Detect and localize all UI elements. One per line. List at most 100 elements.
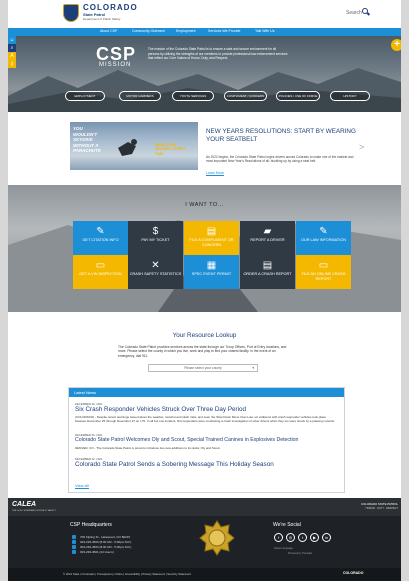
social-title: We're Social [273,522,301,528]
tile-label: OUR LAW INFORMATION [301,238,346,242]
nav-item-community[interactable]: Community Outreach [132,29,165,33]
hq-phone[interactable]: 303-239-4500 (8:00 AM - 5:00pm M-F) [80,540,131,544]
laptop-icon: ▭ [318,260,329,271]
footer-legal-links[interactable]: © 2021 State of Colorado | Transparency … [63,572,191,576]
news-headline[interactable]: Colorado State Patrol Welcomes Oly and S… [75,437,298,443]
search-icon[interactable] [362,8,368,14]
accessibility-icon[interactable]: ☺ [8,36,16,44]
news-excerpt: (COLORADO) - Despite recent warnings iss… [75,415,335,423]
nav-item-employment[interactable]: Employment [176,29,195,33]
phone-icon [72,550,76,554]
file-icon: ▤ [206,226,217,237]
history-button[interactable]: HISTORY [330,91,370,101]
resource-text: The Colorado State Patrol provides servi… [118,345,287,358]
seatbelt-banner-image[interactable]: YOU WOULDN'T SKYDIVE WITHOUT A PARACHUTE… [70,122,198,170]
latest-news-title: Latest News [74,390,97,395]
employment-button[interactable]: EMPLOYMENT [65,91,105,101]
nav-item-about[interactable]: About CSP [100,29,117,33]
tile-get-a-vin-inspection[interactable]: ▭ GET A VIN INSPECTION [73,255,128,289]
tile-report-a-driver[interactable]: ▰ REPORT A DRIVER [240,221,295,255]
compliment-concern-button[interactable]: COMPLIMENT / CONCERN [224,91,267,101]
latest-news-panel: Latest News DECEMBER 30, 2021 Six Crash … [68,387,345,493]
banner-title[interactable]: NEW YEARS RESOLUTIONS: START BY WEARING … [206,128,366,144]
translate-icon[interactable]: A [8,52,16,60]
news-headline[interactable]: Colorado State Patrol Sends a Sobering M… [75,461,274,468]
hero-buttons: EMPLOYMENT MOTOR CARRIERS YOUTH SERVICES… [8,91,401,105]
nav-item-talk[interactable]: Talk With Us [255,29,274,33]
page-edge-left [0,0,8,581]
policies-button[interactable]: POLICIES / USE OF FORCE [276,91,320,101]
phone-icon [72,545,76,549]
latest-news-header: Latest News [69,388,344,397]
colorado-footer-logo[interactable]: COLORADO [343,571,363,575]
tile-file-an-online-crash-report[interactable]: ▭ FILE AN ONLINE CRASH REPORT [296,255,351,289]
csp-logo-icon[interactable] [63,4,79,22]
key-icon[interactable]: ⚷ [8,60,16,68]
hq-phone[interactable]: 303-239-4501 (24 Hours) [80,550,114,554]
banner-image-text1: YOU WOULDN'T SKYDIVE WITHOUT A PARACHUTE [73,126,101,153]
book-icon: ✎ [319,226,328,237]
linkedin-icon[interactable]: in [322,533,331,542]
tile-get-citation-info[interactable]: ✎ GET CITATION INFO [73,221,128,255]
calea-logo[interactable]: CALEA [12,501,36,508]
site-header: COLORADO State Patrol Department of Publ… [8,0,401,28]
map-pin-icon [72,535,76,539]
county-select[interactable]: Please select your county ▾ [148,364,258,372]
crash-icon: ✕ [151,260,160,271]
news-excerpt: DENVER, CO - The Colorado State Patrol i… [75,446,221,450]
footer-top-bar: CALEA THE GOLD STANDARD IN PUBLIC SAFETY… [8,498,401,516]
view-all-link[interactable]: View All [75,483,89,488]
youth-services-button[interactable]: YOUTH SERVICES [172,91,214,101]
tile-our-law-information[interactable]: ✎ OUR LAW INFORMATION [296,221,351,255]
hq-title: CSP Headquarters [70,522,112,528]
car-icon: ▰ [263,226,272,237]
side-search-icon[interactable]: ⌕ [8,44,16,52]
tile-label: SPEC EVENT PERMIT [191,272,232,276]
next-slide-icon[interactable]: > [359,142,364,152]
tile-label: FILE AN ONLINE CRASH REPORT [301,272,346,281]
hero-subtitle: MISSION [99,62,132,68]
search-label[interactable]: Search [346,10,362,16]
hq-address[interactable]: 700 Kipling St., Lakewood, CO 80215 [80,535,130,539]
tile-file-a-compliment-or-concern[interactable]: ▤ FILE A COMPLIMENT OR CONCERN [184,221,239,255]
footer-right-tagline: HONOR · DUTY · RESPECT [365,507,398,510]
banner-image-text2: WEAR YOUR SEATBELT EVERY TIME [155,143,186,156]
tile-spec-event-permit[interactable]: ▦ SPEC EVENT PERMIT [184,255,239,289]
i-want-to-title: I WANT TO... [185,202,224,208]
tile-label: REPORT A DRIVER [250,238,285,242]
tile-label: GET A VIN INSPECTION [79,272,122,276]
dollar-icon: $ [152,226,159,237]
site-logo[interactable]: COLORADO State Patrol Department of Publ… [83,3,138,21]
main-nav: About CSP Community Outreach Employment … [8,28,401,36]
tile-label: FILE A COMPLIMENT OR CONCERN [189,238,234,247]
twitter-icon[interactable]: t [298,533,307,542]
tile-crash-safety-statistics[interactable]: ✕ CRASH SAFETY STATISTICS [128,255,183,289]
news-headline[interactable]: Six Crash Responder Vehicles Struck Over… [75,406,246,413]
mission-hero: CSP MISSION The mission of the Colorado … [8,36,401,112]
permit-icon: ▦ [206,260,217,271]
tile-order-a-crash-report[interactable]: ▤ ORDER A CRASH REPORT [240,255,295,289]
i-want-to-section: I WANT TO... ✎ GET CITATION INFO $ PAY MY T… [8,185,401,312]
document-icon: ✎ [96,226,105,237]
motor-carriers-button[interactable]: MOTOR CARRIERS [119,91,161,101]
youtube-icon[interactable]: ▶ [310,533,319,542]
tile-label: ORDER A CRASH REPORT [243,272,292,276]
translate-select[interactable]: Select Language [274,547,293,550]
footer-right-title: COLORADO STATE PATROL [361,502,398,506]
expand-plus-icon[interactable]: + [391,39,401,51]
csp-badge-icon [199,520,235,556]
mountain-background [8,68,401,112]
translate-powered: Powered by Translate [288,552,313,555]
county-select-value: Please select your county [184,366,222,370]
tile-label: GET CITATION INFO [82,238,119,242]
phone-icon [72,540,76,544]
logo-line3: Department of Public Safety [83,17,121,21]
instagram-icon[interactable]: ◎ [286,533,295,542]
tile-pay-my-ticket[interactable]: $ PAY MY TICKET [128,221,183,255]
facebook-icon[interactable]: f [274,533,283,542]
nav-item-services[interactable]: Services We Provide [208,29,240,33]
hq-phone[interactable]: 303-239-4500 (8:00 AM - 5:00pm M-F) [80,545,131,549]
chevron-down-icon: ▾ [252,366,254,370]
footer-bottom-bar: © 2021 State of Colorado | Transparency … [8,568,401,581]
learn-more-link[interactable]: Learn More [206,171,224,175]
